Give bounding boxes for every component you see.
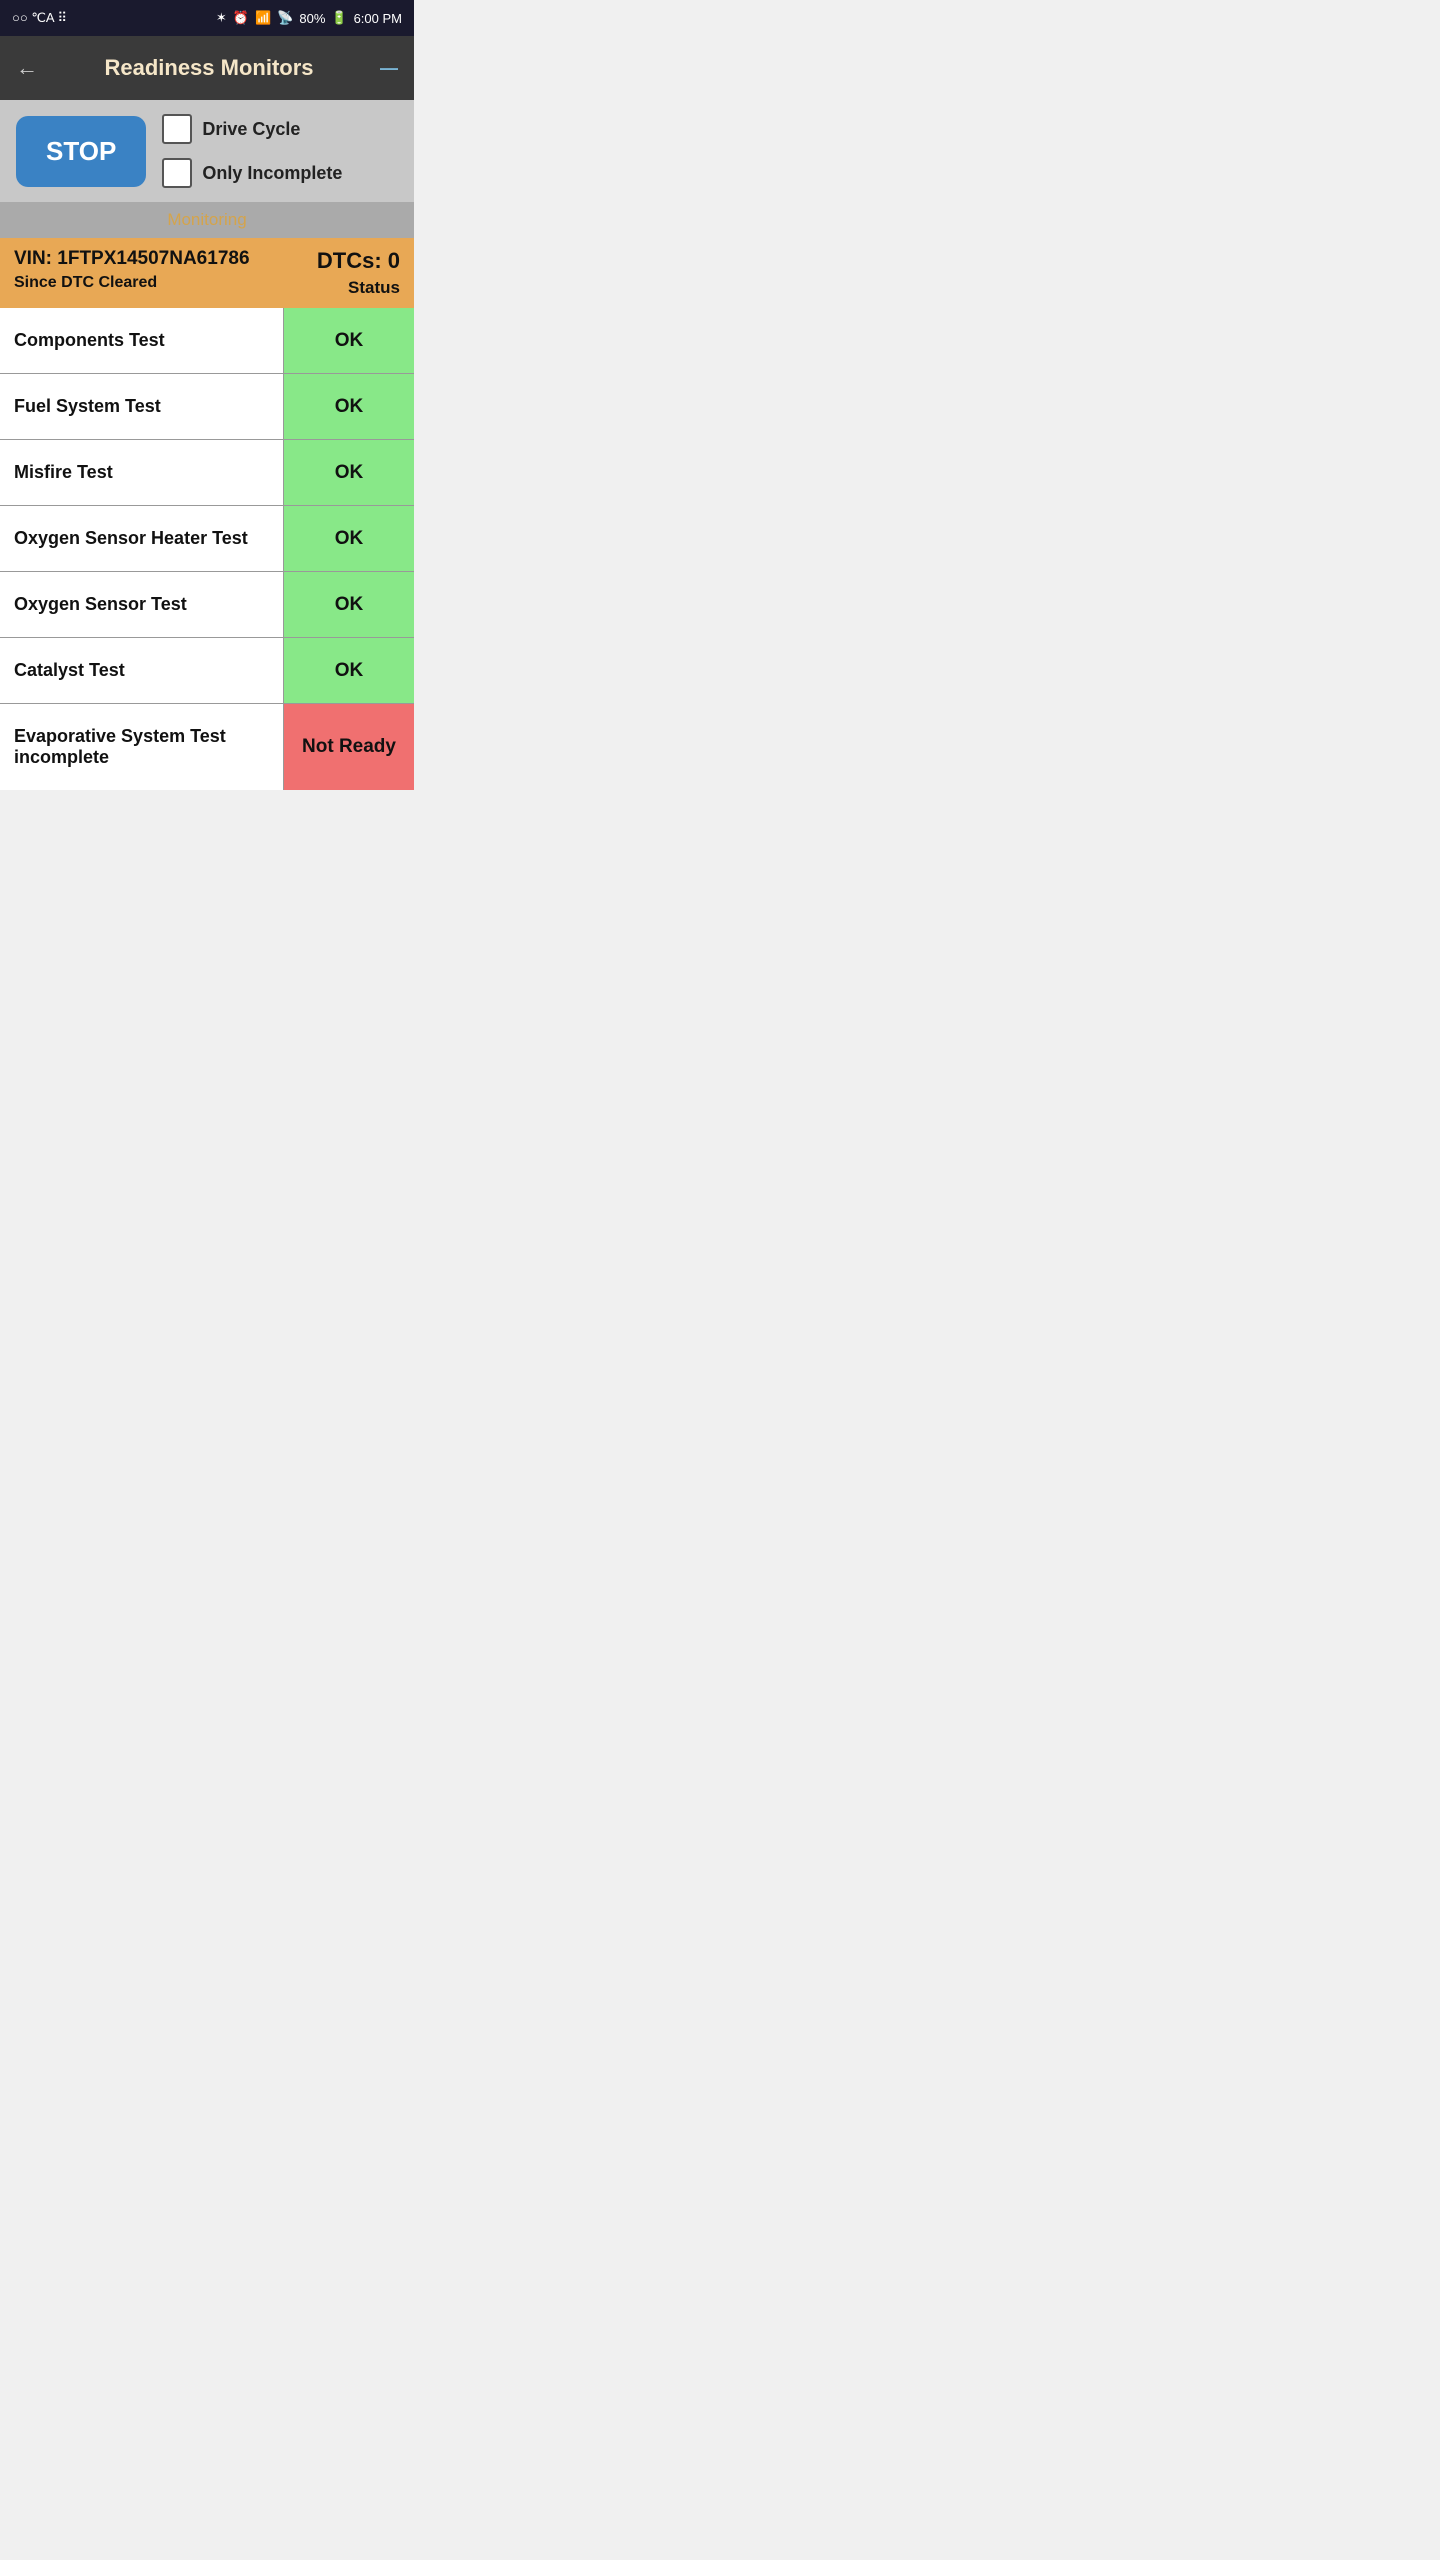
signal-icon: 📡 bbox=[277, 10, 293, 26]
monitor-status-cell: OK bbox=[284, 638, 414, 703]
table-row: Catalyst TestOK bbox=[0, 638, 414, 704]
drive-cycle-label: Drive Cycle bbox=[202, 119, 300, 140]
monitor-name-cell: Oxygen Sensor Heater Test bbox=[0, 506, 284, 571]
table-row: Fuel System TestOK bbox=[0, 374, 414, 440]
table-row: Oxygen Sensor Heater TestOK bbox=[0, 506, 414, 572]
monitor-status-cell: OK bbox=[284, 374, 414, 439]
table-row: Oxygen Sensor TestOK bbox=[0, 572, 414, 638]
monitor-status-cell: OK bbox=[284, 440, 414, 505]
bluetooth-icon: ✶ bbox=[216, 10, 227, 26]
page-title: Readiness Monitors bbox=[38, 55, 380, 81]
menu-button[interactable]: — bbox=[380, 58, 398, 79]
back-button[interactable]: ← bbox=[16, 55, 38, 81]
vin-number: VIN: 1FTPX14507NA61786 bbox=[14, 248, 250, 270]
monitor-name-cell: Oxygen Sensor Test bbox=[0, 572, 284, 637]
monitor-name-cell: Misfire Test bbox=[0, 440, 284, 505]
only-incomplete-label: Only Incomplete bbox=[202, 163, 342, 184]
vin-dtcs: DTCs: 0 Status bbox=[317, 248, 400, 298]
drive-cycle-row[interactable]: Drive Cycle bbox=[162, 114, 342, 144]
monitor-name-cell: Fuel System Test bbox=[0, 374, 284, 439]
status-bar: ○○ ℃A ⠿ ✶ ⏰ 📶 📡 80% 🔋 6:00 PM bbox=[0, 0, 414, 36]
table-row: Evaporative System Test incompleteNot Re… bbox=[0, 704, 414, 790]
only-incomplete-row[interactable]: Only Incomplete bbox=[162, 158, 342, 188]
status-bar-right: ✶ ⏰ 📶 📡 80% 🔋 6:00 PM bbox=[216, 10, 402, 26]
status-column-label: Status bbox=[317, 278, 400, 298]
app-header: ← Readiness Monitors — bbox=[0, 36, 414, 100]
monitor-status-cell: OK bbox=[284, 506, 414, 571]
bottom-space bbox=[0, 790, 414, 820]
monitor-status-cell: Not Ready bbox=[284, 704, 414, 790]
monitor-table: Components TestOKFuel System TestOKMisfi… bbox=[0, 308, 414, 790]
status-bar-left: ○○ ℃A ⠿ bbox=[12, 10, 67, 26]
monitor-name-cell: Components Test bbox=[0, 308, 284, 373]
vin-info: VIN: 1FTPX14507NA61786 Since DTC Cleared bbox=[14, 248, 250, 292]
since-dtc-cleared: Since DTC Cleared bbox=[14, 274, 250, 292]
time-display: 6:00 PM bbox=[354, 11, 402, 26]
wifi-icon: 📶 bbox=[255, 10, 271, 26]
table-row: Components TestOK bbox=[0, 308, 414, 374]
monitor-name-cell: Catalyst Test bbox=[0, 638, 284, 703]
monitor-status-cell: OK bbox=[284, 572, 414, 637]
dtcs-count: DTCs: 0 bbox=[317, 248, 400, 274]
only-incomplete-checkbox[interactable] bbox=[162, 158, 192, 188]
vin-section: VIN: 1FTPX14507NA61786 Since DTC Cleared… bbox=[0, 238, 414, 308]
monitoring-banner: Monitoring bbox=[0, 202, 414, 238]
battery-percent: 80% bbox=[299, 11, 325, 26]
monitor-name-cell: Evaporative System Test incomplete bbox=[0, 704, 284, 790]
monitor-status-cell: OK bbox=[284, 308, 414, 373]
battery-icon: 🔋 bbox=[331, 10, 347, 26]
table-row: Misfire TestOK bbox=[0, 440, 414, 506]
checkbox-group: Drive Cycle Only Incomplete bbox=[162, 114, 342, 188]
stop-button[interactable]: STOP bbox=[16, 116, 146, 187]
alarm-icon: ⏰ bbox=[233, 10, 249, 26]
controls-section: STOP Drive Cycle Only Incomplete bbox=[0, 100, 414, 202]
drive-cycle-checkbox[interactable] bbox=[162, 114, 192, 144]
notification-icons: ○○ ℃A ⠿ bbox=[12, 10, 67, 26]
